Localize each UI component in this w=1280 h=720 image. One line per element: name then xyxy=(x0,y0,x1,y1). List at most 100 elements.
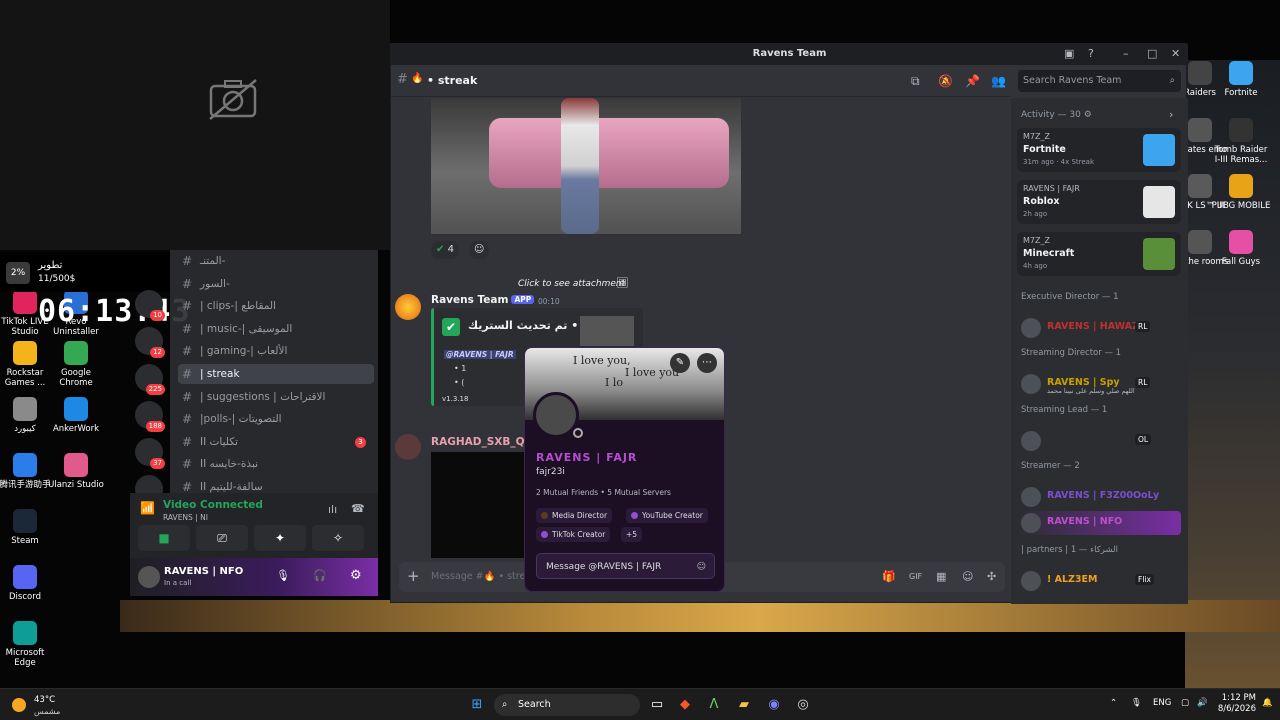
microphone-icon[interactable]: 🎙 xyxy=(276,569,290,582)
member-item[interactable]: ! ALZ3EM Flix xyxy=(1017,569,1181,593)
chevron-up-icon[interactable]: ⌃ xyxy=(1110,698,1117,708)
taskbar-search[interactable]: ⌕ Search xyxy=(494,694,640,716)
microphone-icon[interactable]: 🎙 xyxy=(1131,698,1142,708)
obs-icon[interactable]: ◎ xyxy=(793,695,813,715)
user-mention[interactable]: @RAVENS | FAJR xyxy=(444,350,516,359)
system-clock[interactable]: 1:12 PM 8/6/2026 xyxy=(1216,693,1256,715)
soundboard-button[interactable]: ✧ xyxy=(312,525,364,551)
notification-icon[interactable]: 🔔 xyxy=(1262,698,1273,708)
help-icon[interactable]: ? xyxy=(1088,47,1094,60)
desktop-icon-label: Discord xyxy=(9,592,41,602)
channel-name: II سالفة-لليتيم xyxy=(200,481,263,493)
embed-line-2: • ( xyxy=(454,378,465,387)
attachment-link[interactable]: Click to see attachment xyxy=(518,279,625,289)
editor-icon[interactable]: Λ xyxy=(704,695,724,715)
avatar[interactable] xyxy=(138,566,160,588)
file-explorer-icon[interactable]: ▰ xyxy=(734,695,754,715)
member-item[interactable]: OL xyxy=(1017,429,1181,453)
disconnect-icon[interactable]: ☎ xyxy=(351,502,365,515)
apps-icon[interactable]: ✣ xyxy=(987,570,996,583)
volume-icon[interactable]: 🔊 xyxy=(1197,698,1208,708)
start-icon[interactable]: ⊞ xyxy=(467,695,487,715)
desktop-icon[interactable]: Fall Guys xyxy=(1211,230,1271,267)
edit-icon[interactable]: ✎ xyxy=(670,353,690,373)
member-item[interactable]: RAVENS | Spy RL اللهم صلي وسلم على نبينا م… xyxy=(1017,372,1181,396)
activities-button[interactable]: ✦ xyxy=(254,525,306,551)
camera-button[interactable]: ■ xyxy=(138,525,190,551)
pin-icon[interactable]: 📌 xyxy=(965,74,980,88)
unread-badge: 3 xyxy=(355,436,366,448)
activity-card[interactable]: M7Z_Z Minecraft 4h ago xyxy=(1017,232,1181,276)
member-item[interactable]: RAVENS | F3Z00OoLy xyxy=(1017,485,1181,509)
chevron-right-icon[interactable]: › xyxy=(1169,108,1173,121)
desktop-icon[interactable]: Microsoft Edge xyxy=(0,621,55,668)
gift-icon[interactable]: 🎁 xyxy=(882,570,896,583)
noise-suppression-icon[interactable]: ılı xyxy=(328,503,337,516)
message-author[interactable]: Ravens Team APP xyxy=(431,294,535,306)
channel-item[interactable]: # المتنـ- xyxy=(178,251,374,271)
brave-icon[interactable]: ◆ xyxy=(675,695,695,715)
more-roles-button[interactable]: +5 xyxy=(621,527,643,542)
server-icon[interactable]: 10 xyxy=(135,290,165,321)
channel-item[interactable]: # | clips-| المقاطع xyxy=(178,296,374,316)
activity-card[interactable]: M7Z_Z Fortnite 31m ago · 4x Streak xyxy=(1017,128,1181,172)
channel-item[interactable]: # II نبذة-خايسه xyxy=(178,454,374,474)
discord-icon[interactable]: ◉ xyxy=(764,695,784,715)
desktop-icon[interactable]: Google Chrome xyxy=(46,341,106,388)
role-pill: YouTube Creator xyxy=(626,508,708,523)
member-item[interactable]: RAVENS | NFO xyxy=(1017,511,1181,535)
sticker-icon[interactable]: ▦ xyxy=(936,570,946,583)
weather-widget[interactable]: 43°C مشمس xyxy=(12,694,102,718)
channel-item[interactable]: # | suggestions | الاقتراحات xyxy=(178,387,374,407)
role-color-dot xyxy=(631,512,638,519)
server-icon[interactable]: 188 xyxy=(135,401,165,432)
desktop-icon[interactable]: AnkerWork xyxy=(46,397,106,434)
channel-item[interactable]: # السور- xyxy=(178,274,374,294)
maximize-icon[interactable]: □ xyxy=(1147,47,1157,60)
more-icon[interactable]: ⋯ xyxy=(697,353,717,373)
emoji-icon[interactable]: ☺ xyxy=(962,570,973,583)
plus-icon[interactable]: + xyxy=(407,567,420,585)
channel-item[interactable]: # | streak xyxy=(178,364,374,384)
member-item[interactable]: RAVENS | HAWAZ RL xyxy=(1017,316,1181,340)
inbox-icon[interactable]: ▣ xyxy=(1064,47,1074,60)
message-image[interactable] xyxy=(431,98,741,234)
task-view-icon[interactable]: ▭ xyxy=(647,695,667,715)
desktop-icon[interactable]: Fortnite xyxy=(1211,61,1271,98)
desktop-icon[interactable]: PUBG MOBILE xyxy=(1211,174,1271,211)
message-image[interactable] xyxy=(431,452,526,558)
avatar[interactable] xyxy=(395,294,421,320)
language-indicator[interactable]: ENG xyxy=(1153,698,1171,708)
profile-message-input[interactable]: Message @RAVENS | FAJR ☺ xyxy=(536,553,715,579)
desktop-icon[interactable]: Tomb Raider I-III Remas... xyxy=(1211,118,1271,165)
close-icon[interactable]: ✕ xyxy=(1171,47,1180,60)
search-input[interactable]: Search Ravens Team ⌕ xyxy=(1018,70,1181,92)
headphones-icon[interactable]: 🎧 xyxy=(313,569,327,582)
message-author[interactable]: RAGHAD_SXB_Q8 xyxy=(431,436,532,448)
desktop-icon[interactable]: Steam xyxy=(0,509,55,546)
server-icon[interactable]: 37 xyxy=(135,438,165,469)
channel-item[interactable]: # |polls-| التصويتات xyxy=(178,409,374,429)
threads-icon[interactable]: ⧉ xyxy=(911,74,920,89)
reaction-check[interactable]: ✔ 4 xyxy=(431,241,459,259)
emoji-icon[interactable]: ☺ xyxy=(697,554,706,580)
add-reaction-button[interactable]: ☺ xyxy=(469,241,490,259)
minimize-icon[interactable]: – xyxy=(1123,47,1129,60)
server-icon[interactable]: 12 xyxy=(135,327,165,358)
desktop-icon[interactable]: Ulanzi Studio xyxy=(46,453,106,490)
network-icon[interactable]: ▢ xyxy=(1181,698,1189,708)
channel-item[interactable]: # | gaming-| الألعاب xyxy=(178,341,374,361)
avatar[interactable] xyxy=(395,434,421,460)
gif-icon[interactable]: GIF xyxy=(909,572,922,581)
channel-item[interactable]: # | music-| الموسيقى xyxy=(178,319,374,339)
gear-icon[interactable]: ⚙ xyxy=(350,568,362,583)
desktop-icon[interactable]: Discord xyxy=(0,565,55,602)
member-list-icon[interactable]: 👥 xyxy=(991,74,1006,88)
activity-card[interactable]: RAVENS | FAJR Roblox 2h ago xyxy=(1017,180,1181,224)
mute-icon[interactable]: 🔕 xyxy=(938,74,953,88)
screen-share-button[interactable]: ⎚ xyxy=(196,525,248,551)
channel-item[interactable]: # II تكليات 3 xyxy=(178,432,374,452)
role-group-header: Streaming Director — 1 xyxy=(1021,348,1122,358)
server-icon[interactable]: 225 xyxy=(135,364,165,395)
mutual-info[interactable]: 2 Mutual Friends • 5 Mutual Servers xyxy=(536,488,671,497)
